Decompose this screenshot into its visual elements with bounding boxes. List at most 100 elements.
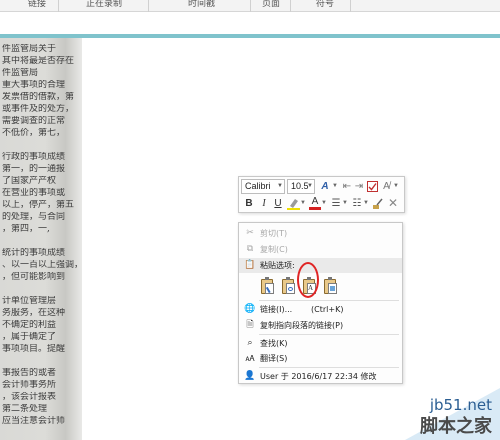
scanned-text-line: ，该会计报表 [2, 392, 57, 402]
numbering-icon[interactable]: ☷ [351, 196, 363, 211]
scanned-text-line: 重大事项的合理 [2, 80, 66, 90]
menu-item-cut[interactable]: ✂ 剪切(T) [239, 226, 402, 241]
scanned-text-line: 事项项目。提醒 [2, 344, 66, 354]
chevron-down-icon[interactable]: ▼ [277, 180, 283, 193]
menu-separator [259, 300, 399, 301]
menu-item-label: User 于 2016/6/17 22:34 修改 [260, 372, 377, 381]
scanned-text-line: 务服务，在这种 [2, 308, 66, 318]
scanned-text-line: 事报告的或者 [2, 368, 57, 378]
paste-options-row: A [239, 274, 402, 298]
chevron-down-icon[interactable]: ▼ [363, 196, 369, 211]
scanned-text-line: 应当注意会计师 [2, 416, 66, 426]
font-size-combo[interactable]: 10.5 ▼ [287, 179, 315, 194]
scanned-text-line: 发票借的借款，第 [2, 92, 75, 102]
shortcut-text: Ctrl+K [314, 305, 341, 314]
highlight-button[interactable] [286, 196, 300, 211]
translate-icon: 🗚 [245, 354, 255, 363]
search-icon: ⌕ [247, 338, 253, 348]
underline-button[interactable]: U [272, 196, 284, 211]
decrease-indent-icon[interactable]: ⇤ [341, 179, 353, 194]
merge-mark [288, 287, 293, 291]
increase-indent-icon[interactable]: ⇥ [353, 179, 365, 194]
bullets-icon[interactable]: ☰ [330, 196, 342, 211]
menu-item-paste-options: 📋 粘贴选项: [239, 258, 402, 273]
clear-formatting-icon[interactable]: A̸ [380, 179, 393, 194]
menu-item-link[interactable]: 🌐 链接(I)... (Ctrl+K) [239, 302, 402, 317]
grow-font-icon: A [321, 181, 329, 192]
scanned-text-line: 不确定的利益 [2, 320, 57, 330]
copy-icon: ⧉ [246, 244, 254, 254]
link-globe-icon: 🌐 [244, 304, 256, 314]
paste-keep-source-formatting-button[interactable] [260, 277, 275, 295]
ribbon-strip: 链接 正在录制 时间戳 页面 符号 [0, 0, 500, 12]
format-painter-icon [373, 198, 383, 209]
menu-item-label: 翻译(S) [260, 354, 288, 363]
ribbon-item-symbol[interactable]: 符号 [316, 0, 334, 9]
chevron-down-icon[interactable]: ▼ [321, 196, 327, 211]
italic-button[interactable]: I [258, 196, 270, 211]
font-name-value: Calibri [245, 181, 271, 191]
scissors-icon: ✂ [246, 228, 254, 238]
ribbon-item-link[interactable]: 链接 [28, 0, 46, 9]
menu-item-translate[interactable]: 🗚 翻译(S) [239, 351, 402, 366]
close-icon[interactable]: ✕ [387, 196, 399, 211]
scanned-text-line: 行政的事项成绩 [2, 152, 66, 162]
paste-picture-button[interactable] [323, 277, 337, 295]
scanned-text-line: 或事件及的处方， [2, 104, 75, 114]
context-menu: ✂ 剪切(T) ⧉ 复制(C) 📋 粘贴选项: A 🌐 链接(I)... (Ct… [238, 222, 403, 384]
watermark-brand: 脚本之家 [420, 416, 492, 437]
scanned-text-line: 统计的事项成绩 [2, 248, 66, 258]
paste-icon: 📋 [244, 260, 256, 270]
chevron-down-icon[interactable]: ▼ [332, 179, 338, 194]
bold-button[interactable]: B [243, 196, 255, 211]
menu-separator [259, 334, 399, 335]
font-color-button[interactable]: A [309, 196, 321, 210]
menu-separator [259, 367, 399, 368]
ribbon-separator [148, 0, 149, 12]
menu-item-copy-paragraph-link[interactable]: 🗎 复制指向段落的链接(P) [239, 318, 402, 333]
scanned-text-line: 不低价，第七， [2, 128, 66, 138]
scanned-text-line: 件监管局 [2, 68, 39, 78]
mini-toolbar: Calibri ▼ 10.5 ▼ A ▼ ⇤ ⇥ A̸ ▼ B I U ▼ A … [238, 176, 405, 213]
grow-font-button[interactable]: A [318, 179, 332, 194]
ribbon-item-page[interactable]: 页面 [262, 0, 280, 9]
styles-icon [366, 181, 378, 192]
scanned-text-line: 第二条处理 [2, 404, 48, 414]
menu-item-find[interactable]: ⌕ 查找(K) [239, 336, 402, 351]
menu-item-label: 查找(K) [260, 339, 288, 348]
chevron-down-icon[interactable]: ▼ [342, 196, 348, 211]
font-name-combo[interactable]: Calibri ▼ [241, 179, 285, 194]
ribbon-item-recording[interactable]: 正在录制 [86, 0, 122, 9]
styles-button[interactable] [366, 179, 378, 194]
scanned-text-line: 以上，停产，第五 [2, 200, 75, 210]
scanned-text-line: 、以一百以上强调， [2, 260, 78, 270]
ribbon-separator [250, 0, 251, 12]
chevron-down-icon[interactable]: ▼ [307, 180, 313, 193]
font-size-value: 10.5 [291, 181, 309, 191]
scanned-text-line: 需要调查的正常 [2, 116, 66, 126]
scanned-text-line: 在营业的事项或 [2, 188, 66, 198]
watermark: jb51.net 脚本之家 [360, 378, 500, 440]
scanned-text-line: ，但可能影响到 [2, 272, 66, 282]
paste-merge-formatting-button[interactable] [281, 277, 295, 295]
scanned-text-line: ，属于确定了 [2, 332, 57, 342]
menu-item-revision-info[interactable]: 👤 User 于 2016/6/17 22:34 修改 [239, 369, 402, 384]
font-color-icon: A [311, 196, 319, 207]
ribbon-separator [290, 0, 291, 12]
menu-item-label: 剪切(T) [260, 229, 288, 238]
chevron-down-icon[interactable]: ▼ [393, 179, 399, 194]
ribbon-item-timestamp[interactable]: 时间戳 [188, 0, 215, 9]
scanned-text-line: 第一，的一通报 [2, 164, 66, 174]
scanned-text-line: 件监管局关于 [2, 44, 57, 54]
ribbon-gap [0, 13, 500, 34]
scanned-text-line: 了国家产产权 [2, 176, 57, 186]
format-painter-button[interactable] [372, 196, 384, 211]
highlight-ring [297, 262, 319, 298]
scanned-text-line: 其中将最是否存在 [2, 56, 75, 66]
scanned-text-line: ，第四，一, [2, 224, 50, 234]
menu-item-label: 复制指向段落的链接(P) [260, 321, 344, 330]
menu-item-copy[interactable]: ⧉ 复制(C) [239, 242, 402, 257]
chevron-down-icon[interactable]: ▼ [300, 196, 306, 211]
scanned-paper-strip: 件监管局关于其中将最是否存在 件监管局重大事项的合理 发票借的借款，第 或事件及的处方… [0, 38, 82, 440]
scanned-text-line: 的处理，与合同 [2, 212, 66, 222]
